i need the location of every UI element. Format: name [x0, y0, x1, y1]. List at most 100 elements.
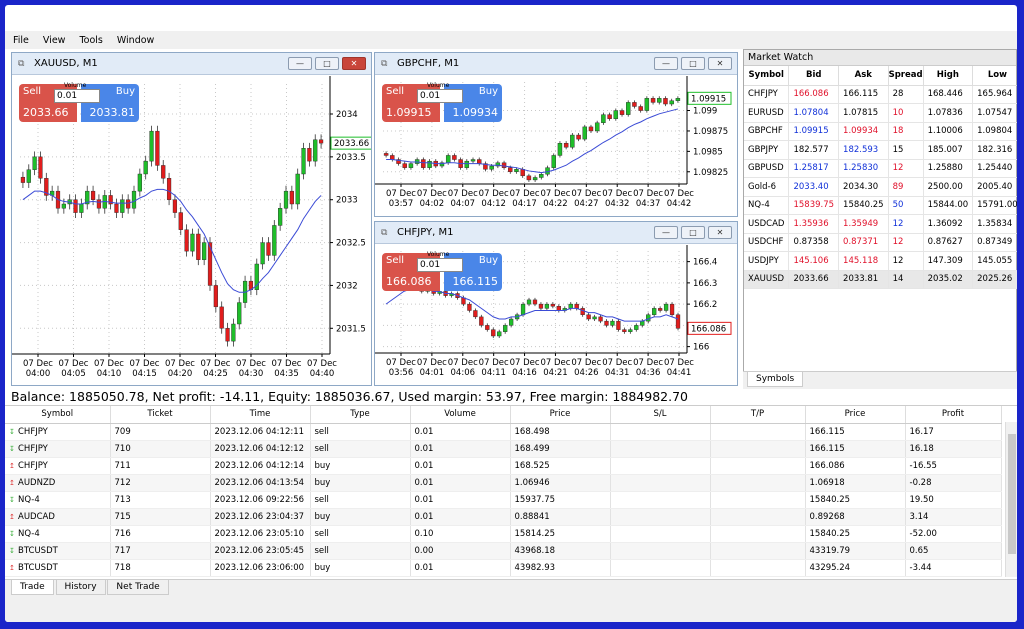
order-cell-text: 2023.12.06 04:12:12: [214, 443, 305, 454]
cell-high: 1.10006: [923, 122, 974, 141]
minimize-button[interactable]: —: [288, 57, 312, 70]
order-cell-text: sell: [314, 443, 329, 454]
candle-bearish: [479, 316, 484, 326]
market-watch-row[interactable]: XAUUSD 2033.66 2033.81 14 2035.02 2025.26: [744, 270, 1017, 289]
market-watch-table: Symbol Bid Ask Spread High Low CHFJPY 166.086 1…: [744, 66, 1017, 289]
cell-symbol: GBPJPY: [744, 140, 790, 160]
menu-view[interactable]: View: [43, 35, 66, 46]
close-button[interactable]: ✕: [708, 226, 732, 239]
order-row[interactable]: ↧ BTCUSDT 717 2023.12.06 23:05:45 sell 0.00 43…: [5, 542, 1002, 560]
order-cell: [610, 457, 711, 475]
order-row[interactable]: ↥ AUDNZD 712 2023.12.06 04:13:54 buy 0.01 1.06…: [5, 474, 1002, 492]
candle-bullish: [301, 148, 306, 175]
candle-bearish: [421, 159, 426, 168]
market-watch-row[interactable]: USDCAD 1.35936 1.35949 12 1.36092 1.35834: [744, 214, 1017, 234]
maximize-button[interactable]: □: [681, 57, 705, 70]
candle-bearish: [658, 308, 663, 311]
candle-bearish: [598, 316, 603, 322]
close-button[interactable]: ✕: [342, 57, 366, 70]
chart-window-chfjpy[interactable]: ⧉ CHFJPY, M1— □ ✕ 07 Dec 03:56 07 Dec 04:01 07 D…: [374, 221, 738, 386]
order-cell: [610, 491, 711, 509]
order-row[interactable]: ↧ NQ-4 716 2023.12.06 23:05:10 sell 0.10 15814…: [5, 525, 1002, 543]
order-cell: [710, 440, 806, 458]
order-cell: [610, 423, 711, 441]
cell-symbol: CHFJPY: [744, 85, 790, 104]
order-row[interactable]: ↧ NQ-4 713 2023.12.06 09:22:56 sell 0.01 15937…: [5, 491, 1002, 509]
candle-bearish: [266, 242, 271, 256]
order-cell-text: -3.44: [909, 562, 932, 573]
minimize-button[interactable]: —: [654, 57, 678, 70]
market-watch-row[interactable]: GBPJPY 182.577 182.593 15 185.007 182.316: [744, 140, 1017, 160]
market-watch-row[interactable]: Gold-6 2033.40 2034.30 89 2500.00 2005.40: [744, 177, 1017, 197]
market-watch-row[interactable]: EURUSD 1.07804 1.07815 10 1.07836 1.07547: [744, 103, 1017, 123]
x-tick-label-time: 04:20: [168, 369, 193, 379]
minimize-button[interactable]: —: [654, 226, 678, 239]
tab-trade[interactable]: Trade: [11, 580, 54, 595]
menu-window[interactable]: Window: [117, 35, 154, 46]
x-tick-label-time: 04:27: [574, 199, 599, 209]
order-row[interactable]: ↥ CHFJPY 711 2023.12.06 04:12:14 buy 0.01 168.…: [5, 457, 1002, 475]
market-watch-row[interactable]: CHFJPY 166.086 166.115 28 168.446 165.964: [744, 85, 1017, 104]
volume-input[interactable]: 0.01: [417, 89, 463, 103]
candle-bullish: [594, 122, 600, 132]
candle-bullish: [652, 308, 657, 315]
order-cell-text: 43319.79: [809, 545, 851, 556]
order-cell: 43295.24: [805, 559, 906, 577]
order-cell-text: 716: [114, 528, 131, 539]
chart-window-gbpchf[interactable]: ⧉ GBPCHF, M1— □ ✕ 07 Dec 03:57 07 Dec 04:02 07 D…: [374, 52, 738, 217]
cell-high: 0.87627: [923, 233, 974, 252]
cell-bid: 1.25817: [788, 159, 840, 178]
x-tick-label-time: 04:00: [26, 369, 51, 379]
maximize-button[interactable]: □: [681, 226, 705, 239]
order-cell-text: 2023.12.06 04:12:11: [214, 426, 305, 437]
order-cell: 15840.25: [805, 525, 906, 543]
menu-file[interactable]: File: [13, 35, 29, 46]
order-cell-text: 0.01: [414, 443, 434, 454]
x-tick-label-date: 07 Dec: [448, 358, 478, 368]
tab-net-trade[interactable]: Net Trade: [107, 580, 169, 595]
tab-history[interactable]: History: [55, 580, 106, 595]
volume-input[interactable]: 0.01: [54, 89, 100, 103]
cell-spread: 12: [888, 233, 924, 252]
market-watch-row[interactable]: GBPUSD 1.25817 1.25830 12 1.25880 1.25440: [744, 159, 1017, 178]
candle-bullish: [283, 190, 289, 209]
order-row[interactable]: ↧ CHFJPY 710 2023.12.06 04:12:12 sell 0.01 168…: [5, 440, 1002, 458]
order-cell-text: AUDCAD: [18, 511, 55, 522]
order-cell: ↥ AUDNZD: [5, 474, 111, 492]
market-watch-row[interactable]: NQ-4 15839.75 15840.25 50 15844.00 15791.00: [744, 196, 1017, 215]
x-tick-label-date: 07 Dec: [571, 189, 601, 199]
volume-input[interactable]: 0.01: [417, 258, 463, 272]
y-tick-label: 1.09825: [693, 168, 728, 178]
order-row[interactable]: ↥ AUDCAD 715 2023.12.06 23:04:37 buy 0.01 0.88…: [5, 508, 1002, 526]
scrollbar-thumb[interactable]: [1008, 434, 1016, 554]
menu-tools[interactable]: Tools: [79, 35, 102, 46]
market-watch-row[interactable]: USDCHF 0.87358 0.87371 12 0.87627 0.87349: [744, 233, 1017, 252]
order-cell-text: 15937.75: [514, 494, 556, 505]
cell-high: 147.309: [923, 251, 974, 271]
order-cell-text: NQ-4: [18, 494, 40, 505]
cell-spread: 15: [888, 140, 924, 160]
candle-bullish: [445, 155, 451, 163]
orders-scrollbar[interactable]: [1005, 422, 1017, 577]
order-cell: 717: [110, 542, 211, 560]
order-row[interactable]: ↧ CHFJPY 709 2023.12.06 04:12:11 sell 0.01 168…: [5, 423, 1002, 441]
candle-bullish: [120, 199, 125, 213]
tab-symbols[interactable]: Symbols: [747, 372, 804, 387]
close-button[interactable]: ✕: [708, 57, 732, 70]
candle-bearish: [556, 306, 561, 311]
candle-bearish: [402, 163, 407, 168]
market-watch-row[interactable]: GBPCHF 1.09915 1.09934 18 1.10006 1.09804: [744, 122, 1017, 141]
candle-bearish: [619, 110, 625, 115]
x-tick-label-time: 04:42: [667, 199, 692, 209]
x-tick-label-date: 07 Dec: [130, 359, 160, 369]
order-cell: ↧ CHFJPY: [5, 440, 111, 458]
cell-spread: 18: [888, 122, 924, 141]
order-cell: 0.01: [410, 457, 511, 475]
order-row[interactable]: ↥ BTCUSDT 718 2023.12.06 23:06:00 buy 0.01 439…: [5, 559, 1002, 577]
candle-bearish: [178, 212, 183, 230]
maximize-button[interactable]: □: [315, 57, 339, 70]
market-watch-row[interactable]: USDJPY 145.106 145.118 12 147.309 145.055: [744, 251, 1017, 271]
order-type-icon: ↥: [9, 512, 15, 521]
chart-window-xauusd[interactable]: ⧉ XAUUSD, M1— □ ✕ 07 Dec 04:00 07 Dec 04:05 07 D…: [11, 52, 372, 386]
column-header: Time: [210, 406, 311, 424]
